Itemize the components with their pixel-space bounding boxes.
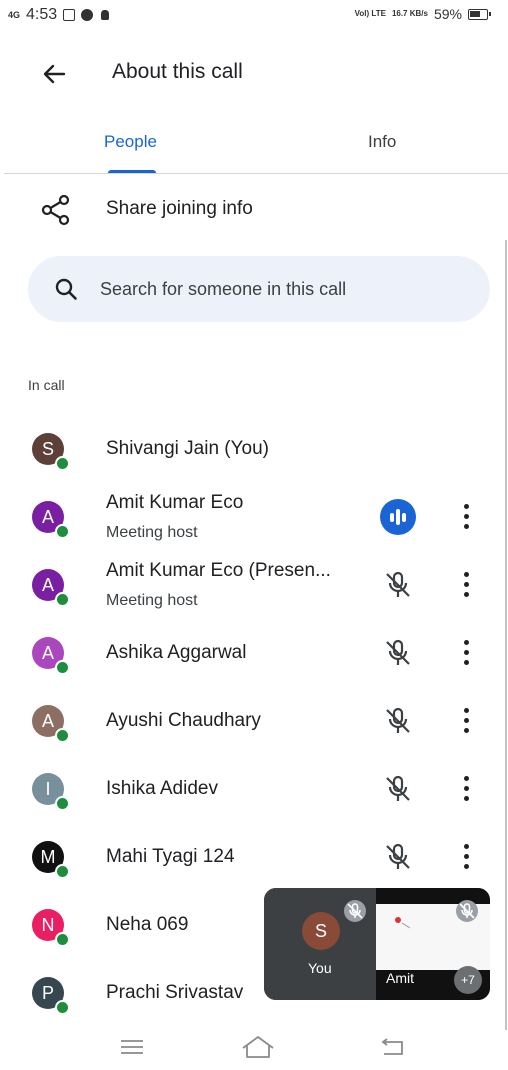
snapchat-icon	[99, 9, 111, 21]
participant-role: Meeting host	[106, 524, 198, 541]
participant-row[interactable]: M Mahi Tyagi 124	[0, 824, 508, 890]
more-options-button[interactable]	[458, 638, 476, 668]
search-input[interactable]: Search for someone in this call	[100, 279, 346, 300]
participant-row[interactable]: A Ayushi Chaudhary	[0, 688, 508, 754]
participant-name: Neha 069	[106, 914, 189, 935]
online-status-dot	[55, 660, 70, 675]
online-status-dot	[55, 456, 70, 471]
pip-self-label: You	[308, 960, 332, 976]
avatar-initial: S	[314, 920, 327, 941]
more-participants-badge: +7	[454, 966, 482, 994]
participant-row[interactable]: S Shivangi Jain (You)	[0, 416, 508, 482]
avatar-initial: A	[41, 710, 54, 731]
online-status-dot	[55, 796, 70, 811]
in-call-heading: In call	[28, 377, 65, 393]
more-options-button[interactable]	[458, 502, 476, 532]
more-options-button[interactable]	[458, 774, 476, 804]
avatar-initial: N	[41, 914, 55, 935]
more-options-button[interactable]	[458, 570, 476, 600]
volte-indicator: Vol) LTE	[354, 9, 386, 18]
avatar: S	[32, 433, 70, 471]
home-icon	[242, 1036, 274, 1058]
participant-name: Amit Kumar Eco	[106, 492, 244, 513]
menu-icon	[121, 1040, 143, 1054]
avatar: A	[32, 705, 70, 743]
avatar-initial: A	[41, 506, 54, 527]
speaking-indicator-icon	[380, 499, 416, 535]
participant-name: Ayushi Chaudhary	[106, 710, 261, 731]
online-status-dot	[55, 592, 70, 607]
online-status-dot	[55, 1000, 70, 1015]
back-arrow-icon	[43, 64, 66, 84]
online-status-dot	[55, 932, 70, 947]
status-time: 4:53	[26, 6, 58, 23]
participant-name: Shivangi Jain (You)	[106, 438, 270, 459]
participant-row[interactable]: A Amit Kumar Eco (Presen... Meeting host	[0, 552, 508, 618]
pip-self-tile: S You	[264, 888, 376, 1000]
search-icon	[54, 277, 78, 301]
participant-name: Mahi Tyagi 124	[106, 846, 235, 867]
whatsapp-icon	[81, 9, 94, 21]
avatar: M	[32, 841, 70, 879]
avatar-initial: I	[45, 778, 51, 799]
participant-name: Ishika Adidev	[106, 778, 218, 799]
menu-nav-button[interactable]	[118, 1032, 146, 1062]
participant-name: Amit Kumar Eco (Presen...	[106, 560, 331, 581]
participant-name: Prachi Srivastav	[106, 982, 244, 1003]
picture-in-picture-window[interactable]: S You Amit +7	[264, 888, 490, 1000]
avatar-initial: S	[41, 438, 54, 459]
share-icon[interactable]	[40, 194, 72, 226]
tab-info[interactable]: Info	[368, 132, 396, 152]
status-bar: 4G 4:53 Vol) LTE 16.7 KB/s 59%	[0, 0, 508, 34]
avatar: N	[32, 909, 70, 947]
avatar-initial: P	[41, 982, 54, 1003]
online-status-dot	[55, 524, 70, 539]
back-nav-button[interactable]	[378, 1032, 408, 1062]
tab-people[interactable]: People	[104, 132, 157, 152]
tab-divider	[4, 173, 508, 174]
avatar: I	[32, 773, 70, 811]
more-options-button[interactable]	[458, 706, 476, 736]
battery-icon	[468, 8, 491, 20]
avatar: P	[32, 977, 70, 1015]
mic-off-icon	[382, 841, 414, 873]
online-status-dot	[55, 728, 70, 743]
message-icon	[63, 9, 76, 21]
avatar: A	[32, 637, 70, 675]
share-joining-info[interactable]: Share joining info	[106, 198, 253, 220]
search-bar[interactable]: Search for someone in this call	[28, 256, 490, 322]
more-options-button[interactable]	[458, 842, 476, 872]
participant-row[interactable]: A Amit Kumar Eco Meeting host	[0, 484, 508, 550]
mic-off-icon	[382, 773, 414, 805]
status-right: Vol) LTE 16.7 KB/s 59%	[354, 6, 491, 22]
page-title: About this call	[112, 60, 243, 83]
avatar-initial: A	[41, 642, 54, 663]
participant-row[interactable]: A Ashika Aggarwal	[0, 620, 508, 686]
avatar: A	[32, 569, 70, 607]
avatar: A	[32, 501, 70, 539]
mic-off-icon	[382, 705, 414, 737]
participant-role: Meeting host	[106, 592, 198, 609]
participant-row[interactable]: I Ishika Adidev	[0, 756, 508, 822]
avatar-initial: A	[41, 574, 54, 595]
back-icon	[381, 1038, 403, 1055]
battery-percent: 59%	[433, 6, 462, 22]
online-status-dot	[55, 864, 70, 879]
participant-name: Ashika Aggarwal	[106, 642, 247, 663]
data-speed: 16.7 KB/s	[391, 9, 428, 18]
mic-off-icon	[456, 900, 478, 922]
pip-presenter-tile: Amit +7	[376, 888, 490, 1000]
back-button[interactable]	[38, 58, 74, 90]
avatar: S	[302, 912, 340, 950]
status-left: 4G 4:53	[8, 6, 111, 24]
network-indicator: 4G	[8, 9, 21, 20]
mic-off-icon	[382, 637, 414, 669]
mic-off-icon	[382, 569, 414, 601]
pip-presenter-label: Amit	[386, 970, 414, 986]
home-nav-button[interactable]	[240, 1032, 276, 1062]
mic-off-icon	[344, 900, 366, 922]
avatar-initial: M	[40, 846, 56, 867]
